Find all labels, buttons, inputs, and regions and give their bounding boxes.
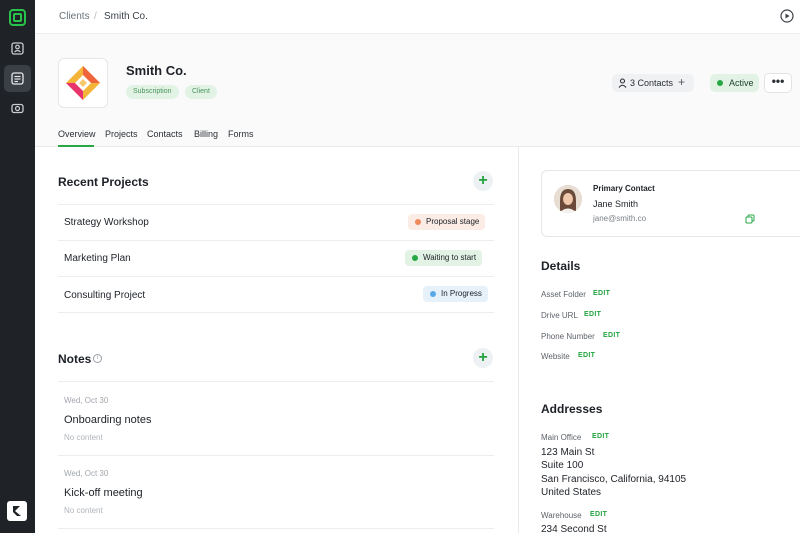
client-name: Smith Co. — [126, 63, 187, 78]
status-label: Waiting to start — [423, 253, 477, 262]
status-badge-proposal: Proposal stage — [408, 214, 486, 230]
address-line: United States — [541, 487, 602, 498]
divider — [58, 240, 494, 241]
client-header: Smith Co. Subscription Client 3 Contacts… — [35, 34, 800, 147]
address-line: 234 Second St — [541, 524, 607, 533]
app-logo-icon[interactable] — [9, 9, 26, 26]
status-badge-waiting: Waiting to start — [405, 250, 483, 266]
add-note-button[interactable]: + — [473, 348, 493, 368]
edit-drive-url-link[interactable]: EDIT — [584, 311, 601, 318]
tag-subscription: Subscription — [126, 85, 179, 99]
status-label: Active — [729, 78, 754, 88]
breadcrumb-separator: / — [94, 11, 97, 22]
divider — [58, 312, 494, 313]
status-dot — [415, 219, 421, 225]
note-title[interactable]: Kick-off meeting — [64, 487, 143, 499]
address-line: Suite 100 — [541, 460, 584, 471]
note-body: No content — [64, 433, 103, 442]
plus-icon: + — [478, 172, 488, 189]
primary-contact-card[interactable]: Primary Contact Jane Smith jane@smith.co — [541, 170, 800, 237]
project-name[interactable]: Consulting Project — [64, 290, 145, 301]
note-body: No content — [64, 506, 103, 515]
client-logo — [58, 58, 108, 108]
sidebar-item-notes[interactable] — [4, 65, 31, 92]
primary-contact-name: Jane Smith — [593, 199, 639, 209]
breadcrumb-clients[interactable]: Clients — [59, 11, 90, 22]
contacts-icon — [11, 42, 24, 55]
divider — [58, 204, 494, 205]
recent-projects-title: Recent Projects — [58, 175, 149, 189]
notes-icon — [11, 72, 24, 85]
top-bar: Clients / Smith Co. — [35, 0, 800, 34]
status-dot — [717, 80, 723, 86]
edit-asset-folder-link[interactable]: EDIT — [593, 290, 610, 297]
copy-icon[interactable] — [745, 214, 755, 224]
status-label: In Progress — [441, 289, 482, 298]
detail-asset-folder: Asset Folder — [541, 290, 586, 299]
brand-icon — [13, 506, 21, 516]
address-line: 123 Main St — [541, 447, 595, 458]
add-project-button[interactable]: + — [473, 171, 493, 191]
status-dot — [430, 291, 436, 297]
active-tab-indicator — [58, 145, 94, 147]
project-name[interactable]: Marketing Plan — [64, 253, 131, 264]
divider — [58, 381, 494, 382]
status-badge[interactable]: Active — [710, 74, 759, 92]
status-badge-in-progress: In Progress — [423, 286, 488, 302]
contacts-count: 3 Contacts — [630, 78, 674, 88]
brand-button[interactable] — [7, 501, 27, 521]
tab-projects[interactable]: Projects — [105, 129, 138, 139]
divider — [58, 276, 494, 277]
primary-contact-label: Primary Contact — [593, 184, 655, 193]
detail-website: Website — [541, 352, 570, 361]
address-line: San Francisco, California, 94105 — [541, 474, 687, 485]
tab-contacts[interactable]: Contacts — [147, 129, 183, 139]
camera-icon — [11, 103, 24, 114]
edit-main-office-link[interactable]: EDIT — [592, 433, 609, 440]
tab-forms[interactable]: Forms — [228, 129, 254, 139]
note-date: Wed, Oct 30 — [64, 469, 109, 478]
address-warehouse-label: Warehouse — [541, 511, 582, 520]
panel-divider — [518, 147, 519, 533]
note-date: Wed, Oct 30 — [64, 396, 109, 405]
person-icon — [618, 78, 627, 88]
detail-phone-number: Phone Number — [541, 332, 595, 341]
project-name[interactable]: Strategy Workshop — [64, 217, 149, 228]
notes-title: Notes — [58, 352, 92, 366]
avatar — [554, 185, 582, 213]
sidebar-item-contacts[interactable] — [4, 35, 31, 62]
addresses-title: Addresses — [541, 402, 603, 416]
contacts-button[interactable]: 3 Contacts + — [612, 74, 694, 92]
tag-client: Client — [185, 85, 217, 99]
divider — [58, 528, 494, 529]
info-icon[interactable]: i — [93, 354, 102, 363]
primary-contact-email[interactable]: jane@smith.co — [593, 214, 646, 223]
add-contact-icon[interactable]: + — [678, 75, 685, 89]
sidebar — [0, 0, 35, 533]
avatar-image — [554, 185, 582, 213]
plus-icon: + — [478, 349, 488, 366]
status-dot — [412, 255, 418, 261]
breadcrumb-current: Smith Co. — [104, 11, 148, 22]
tab-overview[interactable]: Overview — [58, 129, 96, 139]
details-title: Details — [541, 259, 581, 273]
edit-warehouse-link[interactable]: EDIT — [590, 511, 607, 518]
client-logo-icon — [66, 66, 100, 100]
note-title[interactable]: Onboarding notes — [64, 414, 151, 426]
sidebar-item-media[interactable] — [4, 95, 31, 122]
edit-phone-number-link[interactable]: EDIT — [603, 332, 620, 339]
divider — [58, 455, 494, 456]
edit-website-link[interactable]: EDIT — [578, 352, 595, 359]
more-options-button[interactable]: ••• — [764, 73, 792, 93]
address-main-office-label: Main Office — [541, 433, 582, 442]
detail-drive-url: Drive URL — [541, 311, 578, 320]
play-icon[interactable] — [780, 9, 794, 23]
tab-billing[interactable]: Billing — [194, 129, 218, 139]
status-label: Proposal stage — [426, 217, 480, 226]
